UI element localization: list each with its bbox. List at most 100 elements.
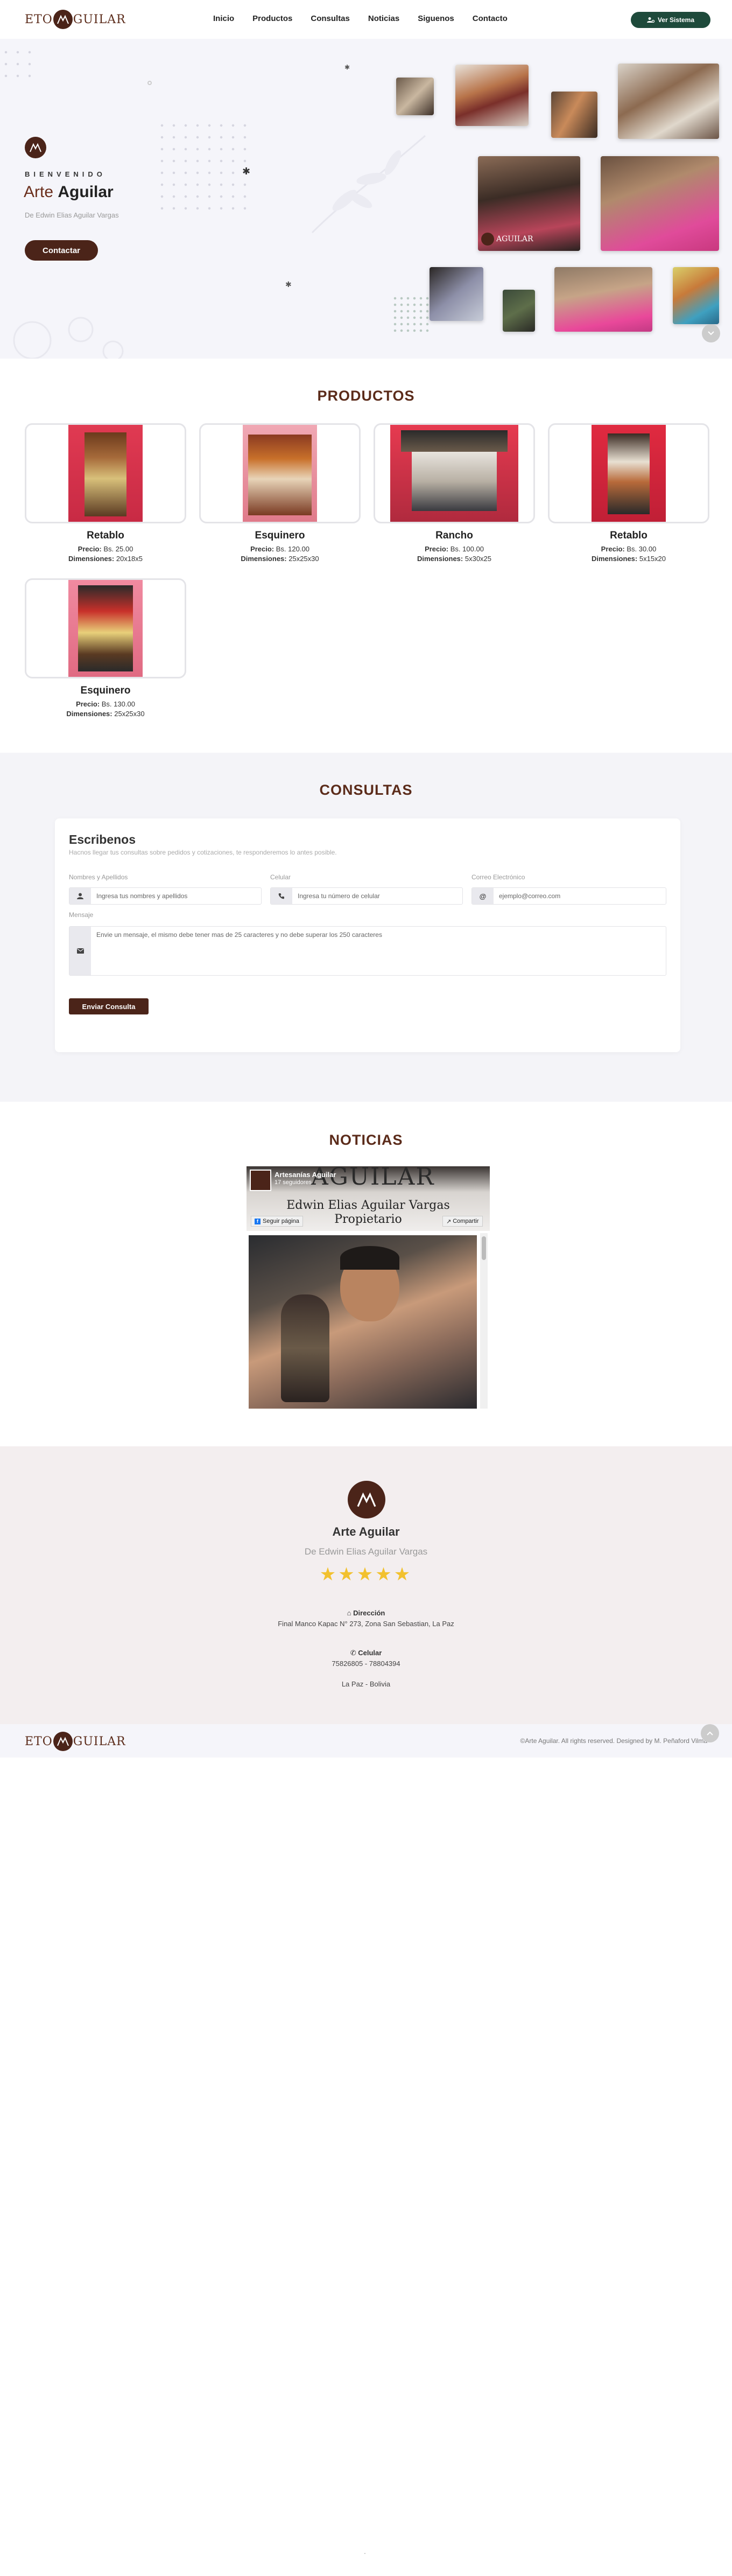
gallery-photo [551,92,597,138]
message-field[interactable]: Envie un mensaje, el mismo debe tener ma… [69,926,666,976]
city-text: La Paz - Bolivia [341,1680,391,1688]
fb-scrollbar[interactable] [480,1233,488,1409]
contactar-button[interactable]: Contactar [25,240,98,261]
header-logo[interactable]: ETO GUILAR [25,9,126,30]
nav-contacto[interactable]: Contacto [473,14,508,23]
fb-page-name[interactable]: Artesanías Aguilar [274,1171,336,1179]
main-nav: Inicio Productos Consultas Noticias Sigu… [213,14,508,23]
product-image [390,425,518,522]
hero-welcome: BIENVENIDO [25,170,106,178]
nav-productos[interactable]: Productos [252,14,292,23]
gallery-photo [601,156,719,251]
copyright: ©Arte Aguilar. All rights reserved. Desi… [520,1737,707,1745]
photo-watermark: AGUILAR [496,235,533,243]
gallery-photo [618,64,719,139]
email-field[interactable]: @ ejemplo@correo.com [471,887,666,905]
product-info: Retablo Precio: Bs. 25.00 Dimensiones: 2… [25,530,186,564]
footer-logo[interactable]: ETO GUILAR [25,1731,126,1752]
fb-follow-button[interactable]: f Seguir página [251,1216,303,1227]
ver-sistema-label: Ver Sistema [657,16,695,24]
star-icon: ★ [356,1564,376,1585]
product-info: Esquinero Precio: Bs. 120.00 Dimensiones… [199,530,361,564]
hero-subtitle: De Edwin Elias Aguilar Vargas [25,211,119,219]
phone-icon: ✆ [350,1649,356,1657]
gallery-photo [396,78,434,115]
noticias-title: NOTICIAS [329,1132,403,1148]
address-heading: ⌂ Dirección [347,1609,385,1617]
cover-line-1: Edwin Elias Aguilar Vargas [286,1199,450,1212]
hero-title-second: Aguilar [58,183,114,201]
phone-field[interactable]: Ingresa tu número de celular [270,887,463,905]
product-card[interactable] [25,423,186,523]
star-icon: ★ [393,1564,413,1585]
product-info: Esquinero Precio: Bs. 130.00 Dimensiones… [25,685,186,719]
share-icon: ↗ [446,1218,452,1225]
logo-text-right: GUILAR [73,1734,126,1748]
ring-decoration-icon [147,81,152,85]
nav-noticias[interactable]: Noticias [368,14,399,23]
dots-pattern [392,295,430,333]
hero-title: Arte Aguilar [24,183,114,201]
fb-page-avatar [250,1170,271,1191]
product-card[interactable] [25,578,186,678]
gallery-photo [673,267,719,324]
chevron-down-icon [708,331,714,335]
enviar-consulta-button[interactable]: Enviar Consulta [69,998,149,1014]
circles-decoration-icon [13,317,124,359]
message-placeholder: Envie un mensaje, el mismo debe tener ma… [96,931,382,939]
phone-icon [271,888,292,904]
name-field[interactable]: Ingresa tus nombres y apellidos [69,887,262,905]
product-image [68,580,143,677]
product-card[interactable] [374,423,535,523]
product-name: Esquinero [80,685,131,696]
portrait-hair [340,1246,399,1270]
site-header: ETO GUILAR Inicio Productos Consultas No… [0,0,732,39]
phone-placeholder: Ingresa tu número de celular [298,892,380,900]
gallery-photo [455,65,529,126]
back-to-top-button[interactable] [701,1724,719,1742]
scroll-down-button[interactable] [702,324,720,342]
dots-pattern [0,46,32,84]
gallery-photo [430,267,483,321]
product-card[interactable] [548,423,709,523]
star-icon: ★ [375,1564,394,1585]
gallery-photo: AGUILAR [478,156,580,251]
product-price: Precio: Bs. 120.00 [250,545,309,553]
star-decoration-icon: ✱ [344,64,350,71]
nav-inicio[interactable]: Inicio [213,14,234,23]
product-dims: Dimensiones: 5x30x25 [417,555,492,563]
dots-pattern [156,120,253,216]
product-info: Retablo Precio: Bs. 30.00 Dimensiones: 5… [548,530,709,564]
consultas-title: CONSULTAS [319,782,413,798]
product-name: Rancho [435,530,473,541]
facebook-page-widget[interactable]: AGUILAR Edwin Elias Aguilar Vargas Propi… [247,1166,490,1409]
facebook-icon: f [255,1218,261,1224]
fb-follow-label: Seguir página [263,1218,299,1224]
ver-sistema-button[interactable]: Ver Sistema [631,12,710,28]
product-image [592,425,666,522]
home-icon: ⌂ [347,1609,351,1617]
product-dims: Dimensiones: 25x25x30 [241,555,319,563]
fb-followers: 17 seguidores [274,1179,312,1186]
users-cog-icon [646,17,654,23]
star-decoration-icon: ✱ [242,166,251,177]
email-label: Correo Electrónico [471,873,525,881]
nav-consultas[interactable]: Consultas [311,14,350,23]
nav-siguenos[interactable]: Siguenos [418,14,454,23]
fb-share-button[interactable]: ↗ Compartir [442,1216,483,1227]
portrait-figurine [281,1294,329,1402]
fb-share-label: Compartir [453,1218,479,1224]
product-card[interactable] [199,423,361,523]
product-price: Precio: Bs. 100.00 [425,545,484,553]
star-icon: ★ [338,1564,357,1585]
name-placeholder: Ingresa tus nombres y apellidos [96,892,188,900]
gallery-photo [503,290,535,332]
footer-subtitle: De Edwin Elias Aguilar Vargas [304,1546,428,1557]
fb-post-photo [249,1235,477,1409]
product-dims: Dimensiones: 20x18x5 [68,555,143,563]
product-image [68,425,143,522]
form-title: Escribenos [69,832,136,846]
hero-logo-icon [25,137,46,158]
phone-heading: ✆ Celular [350,1649,382,1657]
message-label: Mensaje [69,911,94,919]
